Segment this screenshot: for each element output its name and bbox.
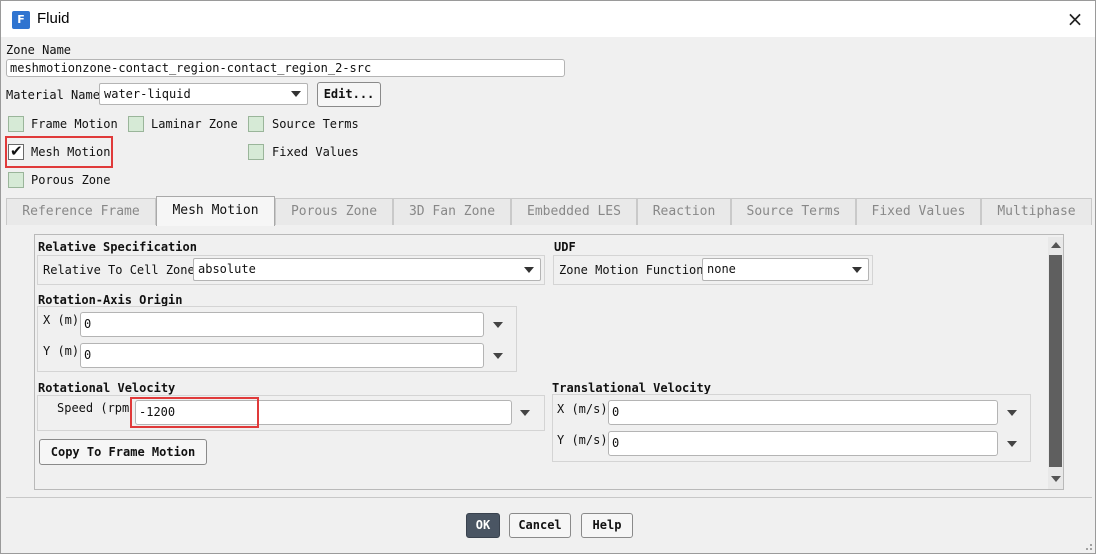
origin-x-input[interactable]: 0 bbox=[80, 312, 484, 337]
ok-button[interactable]: OK bbox=[466, 513, 500, 538]
rotational-velocity-heading: Rotational Velocity bbox=[38, 381, 176, 395]
mesh-motion-checkbox[interactable]: ✔ bbox=[8, 142, 24, 160]
scroll-up-arrow-icon[interactable] bbox=[1051, 242, 1061, 248]
mesh-motion-label: Mesh Motion bbox=[31, 145, 111, 159]
laminar-zone-checkbox[interactable] bbox=[128, 116, 144, 132]
frame-motion-checkbox[interactable] bbox=[8, 116, 24, 132]
trans-x-menu-icon[interactable] bbox=[1007, 410, 1017, 416]
tab-bar: Reference Frame Mesh Motion Porous Zone … bbox=[6, 196, 1092, 226]
zone-motion-function-select[interactable]: none bbox=[702, 258, 869, 281]
help-button[interactable]: Help bbox=[581, 513, 633, 538]
porous-zone-checkbox[interactable] bbox=[8, 172, 24, 188]
tab-multiphase[interactable]: Multiphase bbox=[981, 198, 1092, 225]
title-bar: F Fluid × bbox=[1, 1, 1095, 37]
copy-to-frame-motion-button[interactable]: Copy To Frame Motion bbox=[39, 439, 207, 465]
speed-input[interactable]: -1200 bbox=[135, 400, 512, 425]
origin-y-menu-icon[interactable] bbox=[493, 353, 503, 359]
fluid-dialog: F Fluid × Zone Name meshmotionzone-conta… bbox=[0, 0, 1096, 554]
porous-zone-label: Porous Zone bbox=[31, 173, 111, 187]
material-name-label: Material Name bbox=[6, 88, 100, 102]
resize-grip-icon[interactable] bbox=[1081, 539, 1093, 551]
origin-y-label: Y (m) bbox=[43, 344, 80, 358]
material-name-value: water-liquid bbox=[104, 87, 191, 101]
relative-spec-heading: Relative Specification bbox=[38, 240, 197, 254]
relative-to-cell-zone-label: Relative To Cell Zone bbox=[43, 263, 195, 277]
zone-name-label: Zone Name bbox=[6, 43, 72, 57]
trans-x-input[interactable]: 0 bbox=[608, 400, 998, 425]
chevron-down-icon bbox=[291, 91, 301, 97]
chevron-down-icon bbox=[852, 266, 862, 273]
translational-velocity-heading: Translational Velocity bbox=[552, 381, 711, 395]
source-terms-label: Source Terms bbox=[272, 117, 359, 131]
checkmark-icon: ✔ bbox=[10, 142, 23, 160]
fixed-values-checkbox[interactable] bbox=[248, 144, 264, 160]
trans-y-input[interactable]: 0 bbox=[608, 431, 998, 456]
trans-y-menu-icon[interactable] bbox=[1007, 441, 1017, 447]
zone-motion-function-value: none bbox=[707, 262, 736, 276]
tab-embedded-les[interactable]: Embedded LES bbox=[511, 198, 637, 225]
trans-x-label: X (m/s) bbox=[557, 402, 608, 416]
relative-to-cell-zone-select[interactable]: absolute bbox=[193, 258, 541, 281]
origin-x-label: X (m) bbox=[43, 313, 80, 327]
tab-reaction[interactable]: Reaction bbox=[637, 198, 731, 225]
material-name-select[interactable]: water-liquid bbox=[99, 83, 308, 105]
tab-fixed-values[interactable]: Fixed Values bbox=[856, 198, 981, 225]
tab-3d-fan-zone[interactable]: 3D Fan Zone bbox=[393, 198, 511, 225]
laminar-zone-label: Laminar Zone bbox=[151, 117, 238, 131]
edit-material-button[interactable]: Edit... bbox=[317, 82, 381, 107]
zone-name-input[interactable]: meshmotionzone-contact_region-contact_re… bbox=[6, 59, 565, 77]
rotation-origin-heading: Rotation-Axis Origin bbox=[38, 293, 183, 307]
udf-heading: UDF bbox=[554, 240, 576, 254]
tab-porous-zone[interactable]: Porous Zone bbox=[275, 198, 393, 225]
scroll-down-arrow-icon[interactable] bbox=[1051, 476, 1061, 482]
footer-separator bbox=[6, 497, 1092, 498]
window-title: Fluid bbox=[37, 10, 70, 27]
relative-to-cell-zone-value: absolute bbox=[198, 262, 256, 276]
tab-reference-frame[interactable]: Reference Frame bbox=[6, 198, 156, 225]
trans-y-label: Y (m/s) bbox=[557, 433, 608, 447]
origin-y-input[interactable]: 0 bbox=[80, 343, 484, 368]
app-logo-icon: F bbox=[12, 11, 30, 29]
frame-motion-label: Frame Motion bbox=[31, 117, 118, 131]
tab-mesh-motion[interactable]: Mesh Motion bbox=[156, 196, 275, 226]
close-icon[interactable]: × bbox=[1065, 8, 1085, 30]
scrollbar-thumb[interactable] bbox=[1049, 255, 1062, 467]
cancel-button[interactable]: Cancel bbox=[509, 513, 571, 538]
speed-label: Speed (rpm bbox=[57, 401, 130, 415]
source-terms-checkbox[interactable] bbox=[248, 116, 264, 132]
zone-motion-function-label: Zone Motion Function bbox=[559, 263, 704, 277]
origin-x-menu-icon[interactable] bbox=[493, 322, 503, 328]
tab-source-terms[interactable]: Source Terms bbox=[731, 198, 856, 225]
fixed-values-label: Fixed Values bbox=[272, 145, 359, 159]
speed-menu-icon[interactable] bbox=[520, 410, 530, 416]
chevron-down-icon bbox=[524, 266, 534, 273]
